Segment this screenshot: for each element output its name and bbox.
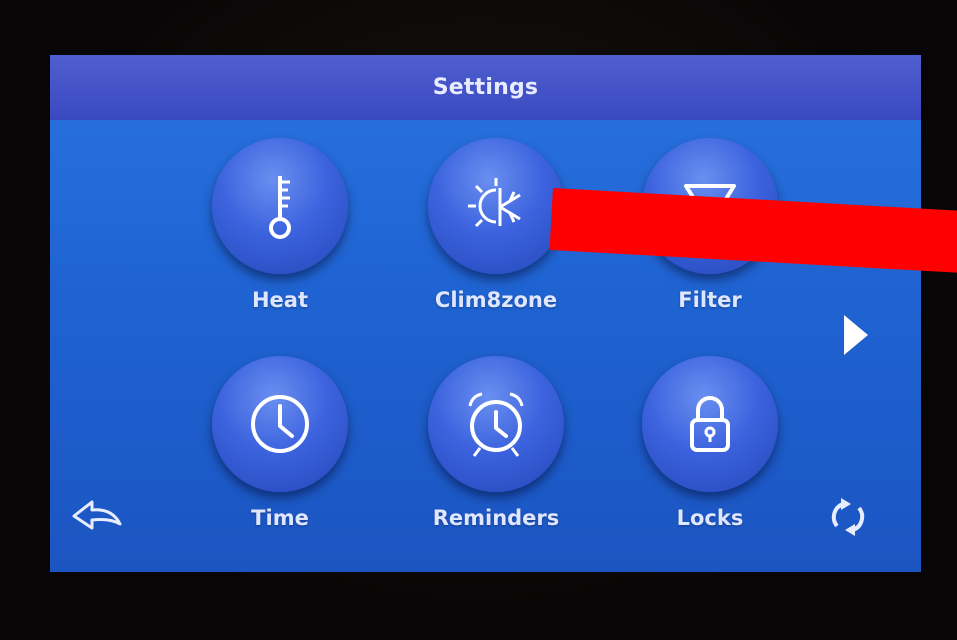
clock-icon bbox=[251, 395, 309, 453]
play-right-icon bbox=[844, 315, 868, 355]
time-circle[interactable] bbox=[212, 356, 348, 492]
filter-label: Filter bbox=[678, 288, 742, 312]
locks-label: Locks bbox=[676, 506, 744, 530]
reminders-label: Reminders bbox=[432, 506, 560, 530]
heat-button[interactable]: Heat bbox=[200, 138, 360, 312]
locks-circle[interactable] bbox=[642, 356, 778, 492]
clim8zone-label: Clim8zone bbox=[434, 288, 558, 312]
padlock-icon bbox=[690, 396, 730, 452]
clim8zone-circle[interactable] bbox=[428, 138, 564, 274]
title-bar: Settings bbox=[50, 55, 921, 120]
heat-label: Heat bbox=[251, 288, 309, 312]
time-button[interactable]: Time bbox=[200, 356, 360, 530]
alarm-clock-icon bbox=[468, 392, 524, 457]
back-arrow-icon bbox=[72, 500, 122, 530]
reminders-button[interactable]: Reminders bbox=[416, 356, 576, 530]
next-page-button[interactable] bbox=[830, 310, 880, 360]
touch-screen: Settings Heat Clim8zone Filter Time Remi… bbox=[50, 55, 921, 572]
back-button[interactable] bbox=[68, 493, 128, 543]
time-label: Time bbox=[251, 506, 309, 530]
reminders-circle[interactable] bbox=[428, 356, 564, 492]
refresh-icon bbox=[831, 498, 865, 536]
page-title: Settings bbox=[432, 75, 539, 100]
heat-circle[interactable] bbox=[212, 138, 348, 274]
locks-button[interactable]: Locks bbox=[630, 356, 790, 530]
thermometer-icon bbox=[269, 176, 291, 239]
refresh-button[interactable] bbox=[818, 487, 878, 547]
sun-snowflake-icon bbox=[468, 178, 521, 228]
